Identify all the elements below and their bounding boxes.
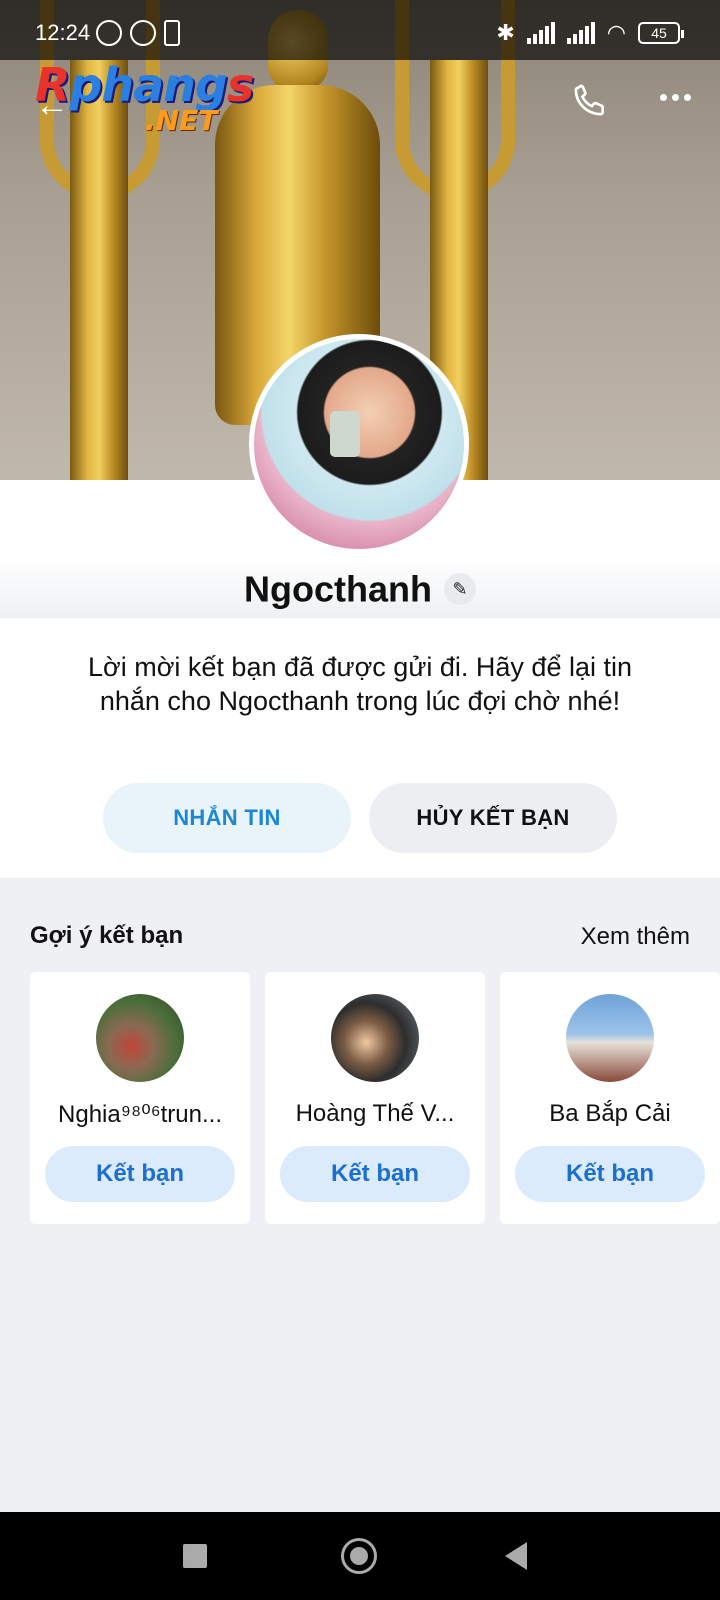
edit-pencil-icon[interactable]: ✎ bbox=[443, 573, 476, 606]
signal-icon bbox=[526, 22, 555, 44]
signal-icon-2 bbox=[566, 22, 595, 44]
suggestion-avatar[interactable] bbox=[96, 994, 184, 1082]
profile-avatar[interactable] bbox=[249, 334, 469, 554]
message-button[interactable]: NHẮN TIN bbox=[103, 783, 351, 853]
add-friend-button[interactable]: Kết bạn bbox=[45, 1146, 235, 1202]
system-nav-bar bbox=[0, 1512, 720, 1600]
home-icon[interactable] bbox=[341, 1538, 377, 1574]
suggestions-title: Gợi ý kết bạn bbox=[30, 922, 184, 949]
back-triangle-icon[interactable] bbox=[505, 1542, 527, 1570]
alarm-icon bbox=[96, 20, 122, 46]
friend-request-message: Lời mời kết bạn đã được gửi đi. Hãy để l… bbox=[87, 652, 632, 716]
recents-icon[interactable] bbox=[183, 1544, 207, 1568]
suggestion-card[interactable]: Ba Bắp Cải Kết bạn bbox=[500, 972, 720, 1224]
add-friend-button[interactable]: Kết bạn bbox=[515, 1146, 705, 1202]
battery-icon: 45 bbox=[638, 22, 684, 44]
aperture-icon bbox=[130, 20, 156, 46]
status-time: 12:24 bbox=[35, 20, 91, 45]
suggestion-avatar[interactable] bbox=[566, 994, 654, 1082]
bluetooth-icon: ✱ bbox=[496, 20, 515, 45]
suggestion-avatar[interactable] bbox=[331, 994, 419, 1082]
sim-icon bbox=[164, 20, 180, 46]
suggestion-name[interactable]: Hoàng Thế V... bbox=[273, 1100, 477, 1128]
profile-name-row: Ngocthanh ✎ bbox=[0, 566, 720, 610]
suggestion-card[interactable]: Hoàng Thế V... Kết bạn bbox=[265, 972, 485, 1224]
suggestion-name[interactable]: Ba Bắp Cải bbox=[508, 1100, 712, 1128]
suggestion-name[interactable]: Nghia⁹⁸⁰⁶trun... bbox=[38, 1100, 242, 1129]
status-bar: 12:24 ✱ ◠ 45 bbox=[0, 0, 720, 60]
friend-request-card: Lời mời kết bạn đã được gửi đi. Hãy để l… bbox=[0, 618, 720, 878]
cancel-request-button[interactable]: HỦY KẾT BẠN bbox=[369, 783, 617, 853]
suggestion-card[interactable]: Nghia⁹⁸⁰⁶trun... Kết bạn bbox=[30, 972, 250, 1224]
status-right: ✱ ◠ 45 bbox=[496, 20, 684, 46]
see-more-link[interactable]: Xem thêm bbox=[581, 923, 690, 951]
profile-name: Ngocthanh bbox=[244, 568, 432, 610]
add-friend-button[interactable]: Kết bạn bbox=[280, 1146, 470, 1202]
wifi-icon: ◠ bbox=[606, 20, 626, 45]
avatar-phone-detail bbox=[330, 411, 360, 457]
phone-icon[interactable] bbox=[570, 80, 610, 120]
more-options-icon[interactable] bbox=[660, 94, 691, 101]
watermark-logo: Rphangs .NET bbox=[35, 58, 254, 137]
